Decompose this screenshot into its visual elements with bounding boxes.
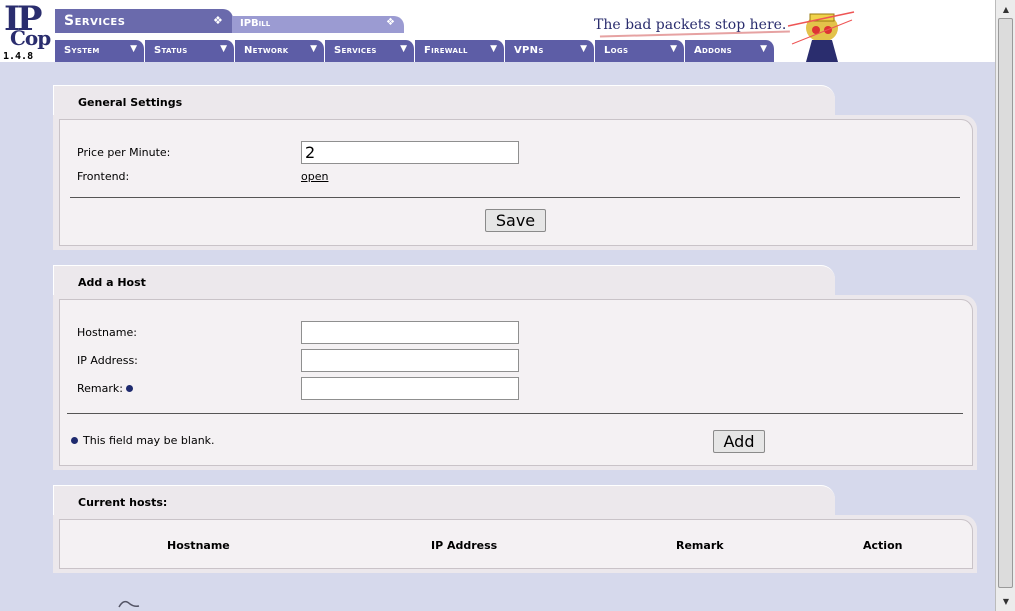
nav-item-label: Status — [154, 45, 188, 56]
nav-item-label: Firewall — [424, 45, 468, 56]
arrow-down-icon: ▼ — [310, 44, 317, 54]
arrow-down-icon: ▼ — [580, 44, 587, 54]
diamond-pattern-icon: ❖ — [386, 17, 395, 28]
version-label: 1.4.8 — [3, 51, 34, 62]
column-header-remark: Remark — [676, 539, 724, 552]
panel-title: Add a Host — [78, 276, 146, 289]
hostname-label: Hostname: — [77, 326, 137, 339]
scroll-up-arrow-icon[interactable]: ▲ — [999, 3, 1013, 17]
nav-item-status[interactable]: Status ▼ — [145, 40, 235, 62]
current-hosts-panel: Current hosts: Hostname IP Address Remar… — [53, 485, 977, 573]
arrow-down-icon: ▼ — [220, 44, 227, 54]
nav-item-logs[interactable]: Logs ▼ — [595, 40, 685, 62]
price-label: Price per Minute: — [77, 146, 171, 159]
frontend-open-link[interactable]: open — [301, 170, 328, 183]
ip-address-label: IP Address: — [77, 354, 138, 367]
subsection-tab-ipbill[interactable]: IPBill ❖ — [232, 16, 404, 33]
save-button[interactable]: Save — [485, 209, 546, 232]
price-per-minute-input[interactable]: 2 — [301, 141, 519, 164]
panel-body: Hostname IP Address Remark Action — [53, 515, 977, 573]
nav-item-services[interactable]: Services ▼ — [325, 40, 415, 62]
nav-item-firewall[interactable]: Firewall ▼ — [415, 40, 505, 62]
remark-input[interactable] — [301, 377, 519, 400]
panel-title-bar: Current hosts: — [53, 485, 835, 515]
scroll-down-arrow-icon[interactable]: ▼ — [999, 595, 1013, 609]
nav-item-vpns[interactable]: VPNs ▼ — [505, 40, 595, 62]
footer-logo-icon — [118, 600, 140, 608]
nav-item-system[interactable]: System ▼ — [55, 40, 145, 62]
hosts-table: Hostname IP Address Remark Action — [59, 519, 973, 569]
scrollbar-thumb[interactable] — [998, 18, 1013, 588]
panel-title: Current hosts: — [78, 496, 168, 509]
nav-item-label: VPNs — [514, 45, 544, 56]
logo-cop-text: Cop — [10, 26, 51, 50]
nav-item-label: Services — [334, 45, 377, 56]
divider — [67, 413, 963, 414]
general-settings-panel: General Settings Price per Minute: 2 Fro… — [53, 85, 977, 250]
column-header-ip-address: IP Address — [431, 539, 498, 552]
divider — [70, 197, 960, 198]
column-header-hostname: Hostname — [167, 539, 230, 552]
nav-item-addons[interactable]: Addons ▼ — [685, 40, 775, 62]
panel-title: General Settings — [78, 96, 183, 109]
arrow-down-icon: ▼ — [400, 44, 407, 54]
ip-address-input[interactable] — [301, 349, 519, 372]
diamond-pattern-icon: ❖ — [213, 14, 223, 27]
bullet-icon — [125, 385, 133, 392]
column-header-action: Action — [863, 539, 903, 552]
header: IP Cop 1.4.8 Services ❖ IPBill ❖ The bad… — [0, 0, 995, 62]
nav-item-label: System — [64, 45, 100, 56]
panel-body: Hostname: IP Address: Remark: This field… — [53, 295, 977, 470]
frontend-label: Frontend: — [77, 170, 130, 183]
section-tab-services: Services ❖ — [55, 9, 233, 33]
arrow-down-icon: ▼ — [130, 44, 137, 54]
arrow-down-icon: ▼ — [760, 44, 767, 54]
nav-item-label: Network — [244, 45, 289, 56]
nav-item-label: Addons — [694, 45, 733, 56]
subsection-title: IPBill — [240, 18, 271, 29]
remark-label: Remark: — [77, 382, 123, 395]
panel-inner: Hostname: IP Address: Remark: This field… — [59, 299, 973, 466]
blank-note-row: This field may be blank. — [71, 434, 215, 447]
main-nav: System ▼ Status ▼ Network ▼ Services ▼ F… — [55, 40, 775, 62]
ipcop-logo[interactable]: IP Cop 1.4.8 — [0, 2, 51, 62]
panel-inner: Price per Minute: 2 Frontend: open Save — [59, 119, 973, 246]
section-title: Services — [64, 13, 126, 29]
panel-title-bar: Add a Host — [53, 265, 835, 295]
remark-label-row: Remark: — [77, 382, 133, 395]
add-button[interactable]: Add — [713, 430, 765, 453]
add-host-panel: Add a Host Hostname: IP Address: Remark:… — [53, 265, 977, 470]
panel-body: Price per Minute: 2 Frontend: open Save — [53, 115, 977, 250]
nav-item-network[interactable]: Network ▼ — [235, 40, 325, 62]
bullet-icon — [71, 437, 78, 444]
blank-note: This field may be blank. — [83, 434, 215, 447]
arrow-down-icon: ▼ — [490, 44, 497, 54]
arrow-down-icon: ▼ — [670, 44, 677, 54]
vertical-scrollbar[interactable]: ▲ ▼ — [995, 0, 1015, 611]
hostname-input[interactable] — [301, 321, 519, 344]
cop-mascot-icon — [787, 11, 855, 62]
panel-title-bar: General Settings — [53, 85, 835, 115]
nav-item-label: Logs — [604, 45, 629, 56]
